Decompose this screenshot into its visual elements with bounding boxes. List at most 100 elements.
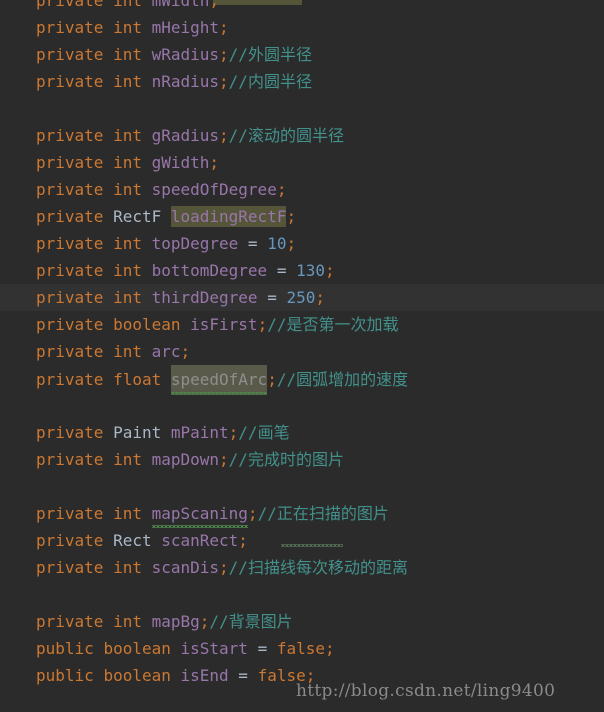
code-line[interactable]: private int arc;	[0, 338, 604, 365]
code-token: private	[36, 531, 114, 550]
code-token: 250	[286, 288, 316, 307]
code-token: private	[36, 207, 114, 226]
code-token: gWidth	[151, 153, 210, 172]
code-line-blank[interactable]	[0, 581, 604, 608]
code-token: false	[276, 639, 325, 658]
code-token: speedOfDegree	[151, 180, 277, 199]
code-token: private	[36, 558, 114, 577]
code-token: isFirst	[190, 315, 258, 334]
code-token: //外圆半径	[228, 45, 312, 64]
code-token: mPaint	[170, 423, 229, 442]
code-token: ;	[286, 234, 297, 253]
code-line[interactable]: private int mWidth;	[0, 0, 604, 14]
code-token: nRadius	[151, 72, 220, 91]
code-line[interactable]: private RectF loadingRectF;	[0, 203, 604, 230]
code-token: int	[113, 504, 152, 523]
code-token: int	[113, 72, 152, 91]
code-token: speedOfArc	[170, 365, 268, 395]
code-token: //扫描线每次移动的距离	[228, 558, 408, 577]
code-token: thirdDegree	[151, 288, 268, 307]
code-token: ;	[219, 126, 229, 145]
code-token: bottomDegree	[151, 261, 277, 280]
code-token: private	[36, 370, 114, 389]
code-line[interactable]: private int scanDis;//扫描线每次移动的距离	[0, 554, 604, 581]
code-line[interactable]: public boolean isEnd = false;	[0, 662, 604, 689]
code-token: ;	[209, 153, 220, 172]
code-token: private	[36, 504, 114, 523]
code-token: private	[36, 423, 114, 442]
code-token: private	[36, 45, 114, 64]
code-line[interactable]: private int nRadius;//内圆半径	[0, 68, 604, 95]
code-line[interactable]: private int gRadius;//滚动的圆半径	[0, 122, 604, 149]
code-line[interactable]: private int mapDown;//完成时的图片	[0, 446, 604, 473]
code-token: ;	[180, 342, 191, 361]
code-line[interactable]: private int thirdDegree = 250;	[0, 284, 604, 311]
code-token: //圆弧增加的速度	[276, 370, 409, 389]
code-token: wRadius	[151, 45, 220, 64]
code-token: private	[36, 126, 114, 145]
code-line[interactable]: private Rect scanRect;	[0, 527, 604, 554]
code-token: =	[238, 666, 258, 685]
code-line[interactable]: private int mapBg;//背景图片	[0, 608, 604, 635]
code-token: //完成时的图片	[228, 450, 344, 469]
code-token: int	[113, 153, 152, 172]
code-line[interactable]: private Paint mPaint;//画笔	[0, 419, 604, 446]
code-token: //画笔	[238, 423, 290, 442]
code-token: private	[36, 72, 114, 91]
code-token: scanDis	[151, 558, 220, 577]
code-token: isStart	[180, 639, 258, 658]
code-token: int	[113, 18, 152, 37]
code-token: ;	[325, 261, 335, 280]
code-token: mWidth	[151, 0, 210, 10]
code-token: int	[113, 558, 152, 577]
code-line-blank[interactable]	[0, 473, 604, 500]
code-token: int	[113, 234, 152, 253]
code-token: mapDown	[151, 450, 220, 469]
code-token: int	[113, 612, 152, 631]
code-token: mHeight	[151, 18, 220, 37]
code-token: public	[36, 639, 104, 658]
code-editor-viewport[interactable]: private int mWidth; private int mHeight; p…	[0, 0, 604, 712]
code-line[interactable]: private int topDegree = 10;	[0, 230, 604, 257]
code-token: int	[113, 0, 152, 10]
code-token: private	[36, 288, 114, 307]
code-line[interactable]: private int mHeight;	[0, 14, 604, 41]
code-token: boolean	[103, 666, 181, 685]
code-token: mapScaning	[151, 500, 249, 528]
code-token: =	[276, 261, 297, 280]
code-lines-container[interactable]: private int mWidth; private int mHeight; p…	[0, 0, 604, 689]
code-line[interactable]: public boolean isStart = false;	[0, 635, 604, 662]
code-line[interactable]: private int mapScaning;//正在扫描的图片	[0, 500, 604, 528]
code-line[interactable]: private boolean isFirst;//是否第一次加载	[0, 311, 604, 338]
code-token: =	[257, 639, 277, 658]
code-token: private	[36, 153, 114, 172]
code-line[interactable]: private int speedOfDegree;	[0, 176, 604, 203]
code-token: ;	[305, 666, 316, 685]
code-token: ;	[315, 288, 325, 307]
code-token: topDegree	[151, 234, 248, 253]
code-token: private	[36, 342, 114, 361]
code-line-blank[interactable]	[0, 95, 604, 122]
code-token: 10	[267, 234, 287, 253]
code-token: boolean	[103, 639, 181, 658]
code-token: ;	[286, 207, 297, 226]
code-token: ;	[238, 531, 248, 550]
spellcheck-squiggle-strip	[281, 544, 343, 547]
code-token: int	[113, 126, 152, 145]
code-token: Paint	[113, 423, 171, 442]
code-token: private	[36, 612, 114, 631]
code-line[interactable]: private float speedOfArc;//圆弧增加的速度	[0, 365, 604, 395]
code-token: ;	[199, 612, 210, 631]
code-line-blank[interactable]	[0, 392, 604, 419]
code-token: //正在扫描的图片	[257, 504, 389, 523]
code-token: float	[113, 370, 171, 389]
code-line[interactable]: private int wRadius;//外圆半径	[0, 41, 604, 68]
code-line[interactable]: private int gWidth;	[0, 149, 604, 176]
code-token: public	[36, 666, 104, 685]
code-token: isEnd	[180, 666, 239, 685]
code-token: RectF	[113, 207, 171, 226]
code-line[interactable]: private int bottomDegree = 130;	[0, 257, 604, 284]
code-token: int	[113, 180, 152, 199]
code-token: ;	[219, 450, 229, 469]
code-token: private	[36, 0, 114, 10]
